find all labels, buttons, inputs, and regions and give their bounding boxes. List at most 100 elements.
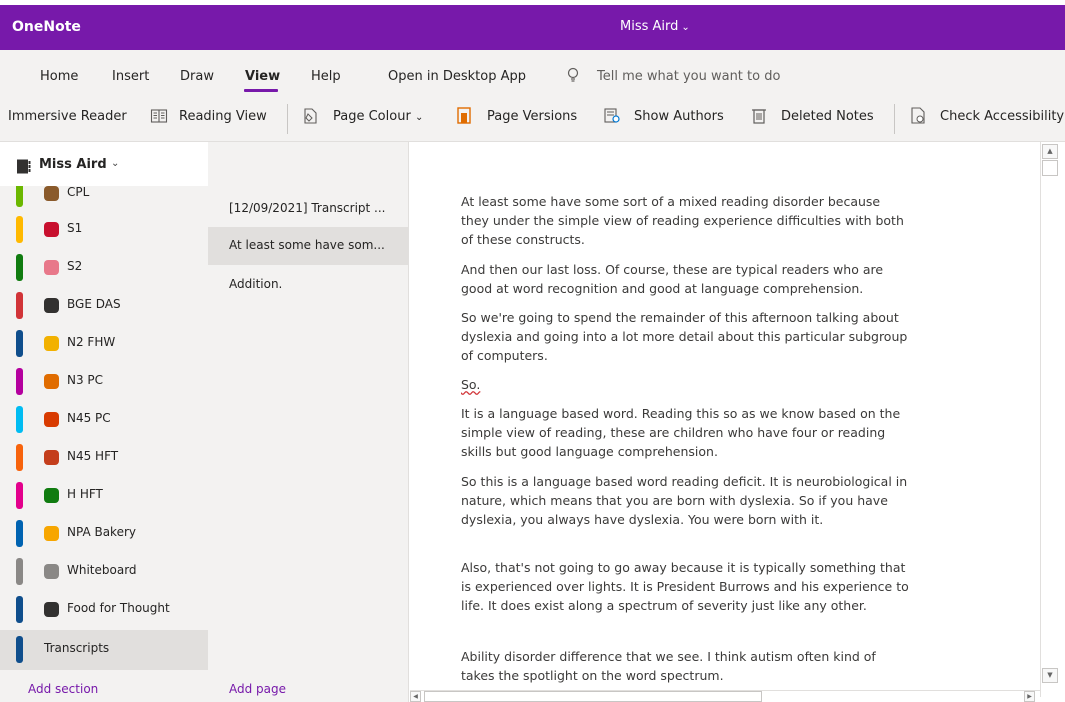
chevron-down-icon: ⌄ xyxy=(414,112,424,123)
scroll-up-icon[interactable]: ▲ xyxy=(1042,144,1058,159)
ribbon-divider xyxy=(287,104,288,134)
add-section-link[interactable]: Add section xyxy=(28,682,98,696)
section-color-tab xyxy=(16,292,23,319)
page-versions-button[interactable]: Page Versions xyxy=(487,109,577,124)
note-paragraph[interactable]: And then our last loss. Of course, these… xyxy=(461,260,911,298)
scroll-down-icon[interactable]: ▼ xyxy=(1042,668,1058,683)
show-authors-button[interactable]: Show Authors xyxy=(634,109,724,124)
page-colour-button[interactable]: Page Colour ⌄ xyxy=(333,109,423,124)
chevron-down-icon: ⌄ xyxy=(681,22,690,33)
section-color-tab xyxy=(16,330,23,357)
section-item[interactable]: N2 FHW xyxy=(0,324,208,363)
misspelled-word[interactable]: So. xyxy=(461,377,480,392)
section-label: Whiteboard xyxy=(67,563,137,577)
section-color-tab xyxy=(16,406,23,433)
section-color-tab xyxy=(16,186,23,207)
section-label: Transcripts xyxy=(44,641,110,655)
notebook-name: Miss Aird xyxy=(39,157,107,172)
note-paragraph[interactable]: Also, that's not going to go away becaus… xyxy=(461,558,911,615)
section-label: Food for Thought xyxy=(67,601,170,615)
tell-me-search[interactable]: Tell me what you want to do xyxy=(597,69,780,84)
section-item[interactable]: S1 xyxy=(0,210,208,249)
page-label: [12/09/2021] Transcript ... xyxy=(229,201,386,215)
strawberry-icon xyxy=(44,222,59,237)
section-color-tab xyxy=(16,368,23,395)
page-item-selected[interactable]: At least some have som... xyxy=(208,227,408,265)
active-tab-indicator xyxy=(244,89,278,92)
page-list: [12/09/2021] Transcript ... At least som… xyxy=(208,142,408,670)
section-label: NPA Bakery xyxy=(67,525,136,539)
notebook-title-text: Miss Aird xyxy=(620,19,679,34)
chevron-down-icon: ⌄ xyxy=(111,158,120,169)
section-label: N2 FHW xyxy=(67,335,116,349)
eye-icon xyxy=(44,602,59,617)
scroll-thumb[interactable] xyxy=(1042,160,1058,176)
deleted-notes-button[interactable]: Deleted Notes xyxy=(781,109,874,124)
check-accessibility-button[interactable]: Check Accessibility xyxy=(940,109,1064,124)
page-label: At least some have som... xyxy=(229,238,385,252)
page-item[interactable]: Addition. xyxy=(208,266,408,303)
accessibility-icon xyxy=(911,107,925,124)
page-item[interactable]: [12/09/2021] Transcript ... xyxy=(208,190,408,227)
cpl-icon xyxy=(44,186,59,201)
note-paragraph[interactable]: So we're going to spend the remainder of… xyxy=(461,308,911,365)
tab-home[interactable]: Home xyxy=(40,69,78,84)
ribbon-toolbar: Immersive Reader Reading View Page Colou… xyxy=(0,96,1065,142)
section-label: BGE DAS xyxy=(67,297,121,311)
horizontal-scrollbar[interactable]: ◀ ▶ xyxy=(410,690,1040,702)
app-name[interactable]: OneNote xyxy=(12,19,81,35)
notebook-title-button[interactable]: Miss Aird ⌄ xyxy=(620,19,690,34)
tab-help[interactable]: Help xyxy=(311,69,341,84)
bread-icon xyxy=(44,526,59,541)
pie-icon xyxy=(44,374,59,389)
page-label: Addition. xyxy=(229,277,283,291)
section-item-transcripts[interactable]: Transcripts xyxy=(0,630,208,670)
menu-bar: Home Insert Draw View Help Open in Deskt… xyxy=(0,50,1065,96)
section-item[interactable]: Whiteboard xyxy=(0,552,208,591)
note-paragraph[interactable]: So this is a language based word reading… xyxy=(461,472,911,529)
scroll-right-icon[interactable]: ▶ xyxy=(1024,691,1035,702)
add-page-link[interactable]: Add page xyxy=(229,682,286,696)
panel-footer: Add section Add page xyxy=(0,670,408,702)
section-label: N45 HFT xyxy=(67,449,119,463)
page-colour-icon xyxy=(304,108,317,124)
vertical-scrollbar[interactable]: ▲ ▼ xyxy=(1040,142,1059,697)
immersive-reader-button[interactable]: Immersive Reader xyxy=(8,109,127,124)
section-item[interactable]: NPA Bakery xyxy=(0,514,208,553)
title-bar: OneNote Miss Aird ⌄ xyxy=(0,5,1065,50)
reading-view-button[interactable]: Reading View xyxy=(179,109,267,124)
watermelon-icon xyxy=(44,450,59,465)
carrot-icon xyxy=(44,412,59,427)
tab-draw[interactable]: Draw xyxy=(180,69,214,84)
ribbon-divider xyxy=(894,104,895,134)
section-item[interactable]: S2 xyxy=(0,248,208,287)
page-versions-icon xyxy=(457,107,471,124)
note-paragraph[interactable]: It is a language based word. Reading thi… xyxy=(461,404,911,461)
open-desktop-app-button[interactable]: Open in Desktop App xyxy=(388,69,526,84)
cupcake-icon xyxy=(44,260,59,275)
page-colour-label: Page Colour xyxy=(333,109,411,124)
tab-insert[interactable]: Insert xyxy=(112,69,149,84)
section-label: N45 PC xyxy=(67,411,111,425)
section-label: S1 xyxy=(67,221,83,235)
scroll-left-icon[interactable]: ◀ xyxy=(410,691,421,702)
lemon-icon xyxy=(44,336,59,351)
note-paragraph[interactable]: At least some have some sort of a mixed … xyxy=(461,192,911,249)
notebook-selector[interactable]: Miss Aird ⌄ xyxy=(0,142,208,186)
section-item[interactable]: BGE DAS xyxy=(0,286,208,325)
scroll-thumb[interactable] xyxy=(424,691,762,702)
section-item[interactable]: CPL xyxy=(0,186,208,213)
section-color-tab xyxy=(16,636,23,663)
note-paragraph[interactable]: So. xyxy=(461,375,911,394)
note-paragraph[interactable]: Ability disorder difference that we see.… xyxy=(461,647,911,685)
section-item[interactable]: N45 PC xyxy=(0,400,208,439)
section-color-tab xyxy=(16,444,23,471)
section-item[interactable]: Food for Thought xyxy=(0,590,208,629)
section-color-tab xyxy=(16,254,23,281)
section-item[interactable]: N3 PC xyxy=(0,362,208,401)
page-canvas[interactable]: At least some have some sort of a mixed … xyxy=(408,142,1065,702)
section-item[interactable]: N45 HFT xyxy=(0,438,208,477)
section-item[interactable]: H HFT xyxy=(0,476,208,515)
lightbulb-icon[interactable] xyxy=(567,67,579,83)
tab-view[interactable]: View xyxy=(245,69,280,84)
